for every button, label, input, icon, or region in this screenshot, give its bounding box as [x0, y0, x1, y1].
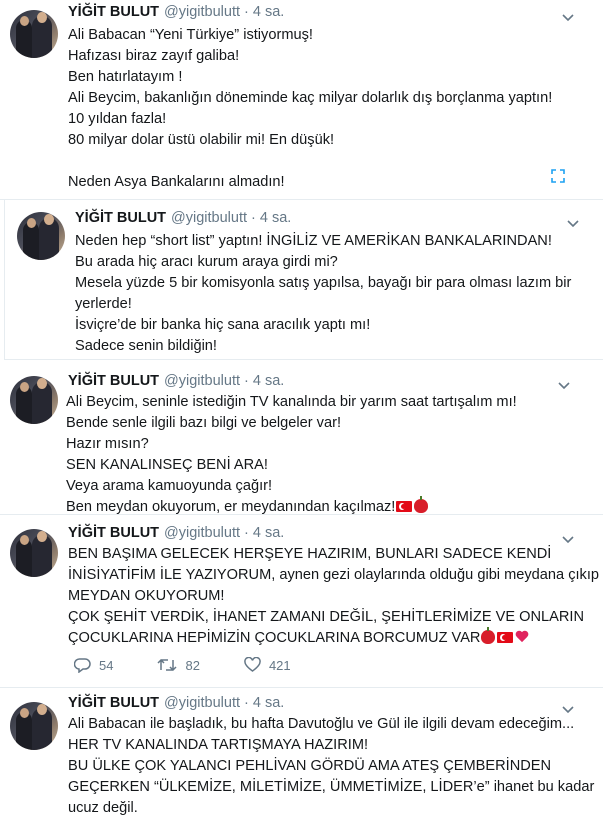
like-button[interactable]: 421 [244, 657, 291, 673]
red-apple-emoji [414, 496, 429, 513]
tweet-line: ÇOK ŞEHİT VERDİK, İHANET ZAMANI DEĞİL, Ş… [68, 609, 585, 625]
retweet-count: 82 [185, 657, 200, 673]
retweet-button[interactable]: 82 [157, 657, 200, 673]
tweet-text: Neden hep “short list” yaptın! İNGİLİZ V… [75, 231, 571, 357]
tweet-line: İNİSİYATİFİM İLE YAZIYORUM, aynen gezi o… [68, 567, 600, 583]
tweet-line: BU ÜLKE ÇOK YALANCI PEHLİVAN GÖRDÜ AMA A… [68, 758, 552, 774]
reply-button[interactable]: 54 [74, 657, 113, 673]
tweet-line: Bu arada hiç aracı kurum araya girdi mi? [75, 254, 338, 270]
timestamp[interactable]: 4 sa. [253, 4, 284, 20]
separator: · [244, 373, 249, 389]
red-heart-emoji [515, 631, 529, 644]
tweet-line: Neden hep “short list” yaptın! İNGİLİZ V… [75, 233, 552, 249]
display-name[interactable]: YİĞİT BULUT [68, 4, 159, 20]
chevron-down-icon[interactable] [561, 10, 575, 24]
tweet-text: BEN BAŞIMA GELECEK HERŞEYE HAZIRIM, BUNL… [68, 544, 599, 649]
timestamp[interactable]: 4 sa. [260, 210, 291, 226]
tweet-line: Veya arama kamuoyunda çağır! [66, 478, 273, 494]
tweet-line: Ali Babacan “Yeni Türkiye” istiyormuş! [68, 27, 313, 43]
avatar[interactable] [10, 376, 58, 424]
tweet-text: Ali Babacan “Yeni Türkiye” istiyormuş! H… [68, 25, 552, 193]
display-name[interactable]: YİĞİT BULUT [75, 210, 166, 226]
chevron-down-icon[interactable] [557, 378, 571, 392]
tweet-line: MEYDAN OKUYORUM! [68, 588, 225, 604]
tweet-line-text: ÇOCUKLARINA HEPİMİZİN ÇOCUKLARINA BORCUM… [68, 630, 481, 646]
like-count: 421 [268, 657, 291, 673]
tweet-line-with-emoji: ÇOCUKLARINA HEPİMİZİN ÇOCUKLARINA BORCUM… [68, 627, 599, 649]
tweet-header: YİĞİT BULUT @yigitbulutt · 4 sa. [68, 695, 284, 715]
avatar[interactable] [10, 10, 58, 58]
tweet-line: 80 milyar dolar üstü olabilir mi! En düş… [68, 132, 335, 148]
username[interactable]: @yigitbulutt [164, 373, 240, 389]
display-name[interactable]: YİĞİT BULUT [68, 695, 159, 711]
tweet[interactable]: YİĞİT BULUT @yigitbulutt · 4 sa. Ali Bey… [0, 360, 603, 515]
tweet-line: Sadece senin bildiğin! [75, 338, 217, 354]
turkey-flag-emoji [396, 501, 413, 512]
tweet-header: YİĞİT BULUT @yigitbulutt · 4 sa. [68, 525, 284, 545]
tweet-line: İsviçre’de bir banka hiç sana aracılık y… [75, 317, 371, 333]
username[interactable]: @yigitbulutt [164, 4, 240, 20]
tweet-line: Bende senle ilgili bazı bilgi ve belgele… [66, 415, 342, 431]
separator: · [244, 525, 249, 541]
timestamp[interactable]: 4 sa. [253, 525, 284, 541]
username[interactable]: @yigitbulutt [164, 695, 240, 711]
tweet-text: Ali Babacan ile başladık, bu hafta Davut… [68, 714, 594, 819]
retweet-icon [157, 658, 177, 672]
tweet-line: Neden Asya Bankalarını almadın! [68, 174, 285, 190]
reply-count: 54 [99, 657, 114, 673]
display-name[interactable]: YİĞİT BULUT [68, 525, 159, 541]
separator: · [244, 695, 249, 711]
tweet-line: HER TV KANALINDA TARTIŞMAYA HAZIRIM! [68, 737, 369, 753]
tweet[interactable]: YİĞİT BULUT @yigitbulutt · 4 sa. Ali Bab… [0, 0, 603, 200]
tweet-line: SEN KANALINSEÇ BENİ ARA! [66, 457, 268, 473]
avatar[interactable] [10, 529, 58, 577]
avatar[interactable] [10, 702, 58, 750]
reply-icon [74, 658, 91, 673]
tweet-line: Ali Beycim, seninle istediğin TV kanalın… [66, 394, 517, 410]
tweet-header: YİĞİT BULUT @yigitbulutt · 4 sa. [68, 4, 284, 24]
tweet-header: YİĞİT BULUT @yigitbulutt · 4 sa. [68, 373, 284, 393]
tweet-line: BEN BAŞIMA GELECEK HERŞEYE HAZIRIM, BUNL… [68, 546, 552, 562]
tweet-line: Mesela yüzde 5 bir komisyonla satış yapı… [75, 275, 572, 291]
tweet-line: Ali Babacan ile başladık, bu hafta Davut… [68, 716, 575, 732]
red-apple-emoji [481, 627, 496, 644]
username[interactable]: @yigitbulutt [171, 210, 247, 226]
timestamp[interactable]: 4 sa. [253, 695, 284, 711]
tweet-line-text: Ben meydan okuyorum, er meydanından kaçı… [66, 499, 396, 515]
chevron-down-icon[interactable] [566, 216, 580, 230]
avatar[interactable] [17, 212, 65, 260]
tweet-line: Hazır mısın? [66, 436, 149, 452]
separator: · [251, 210, 256, 226]
tweet-actions: 54 82 421 [74, 657, 335, 673]
tweet-line: GEÇERKEN “ÜLKEMİZE, MİLETİMİZE, ÜMMETİMİ… [68, 779, 595, 795]
tweet-line: 10 yıldan fazla! [68, 111, 167, 127]
tweet-line: Ali Beycim, bakanlığın döneminde kaç mil… [68, 90, 553, 106]
display-name[interactable]: YİĞİT BULUT [68, 373, 159, 389]
tweet-line: ucuz değil. [68, 800, 138, 816]
turkey-flag-emoji [497, 632, 514, 643]
tweet[interactable]: YİĞİT BULUT @yigitbulutt · 4 sa. Ali Bab… [0, 688, 603, 816]
separator: · [244, 4, 249, 20]
tweet-text: Ali Beycim, seninle istediğin TV kanalın… [66, 392, 517, 518]
tweet-line: yerlerde! [75, 296, 132, 312]
tweet-line: Hafızası biraz zayıf galiba! [68, 48, 240, 64]
tweet[interactable]: YİĞİT BULUT @yigitbulutt · 4 sa. BEN BAŞ… [0, 515, 603, 688]
tweet[interactable]: YİĞİT BULUT @yigitbulutt · 4 sa. Neden h… [4, 200, 603, 360]
timestamp[interactable]: 4 sa. [253, 373, 284, 389]
expand-icon[interactable] [551, 169, 565, 183]
username[interactable]: @yigitbulutt [164, 525, 240, 541]
tweet-header: YİĞİT BULUT @yigitbulutt · 4 sa. [75, 210, 291, 230]
tweet-line: Ben hatırlatayım ! [68, 69, 183, 85]
heart-icon [244, 657, 261, 672]
